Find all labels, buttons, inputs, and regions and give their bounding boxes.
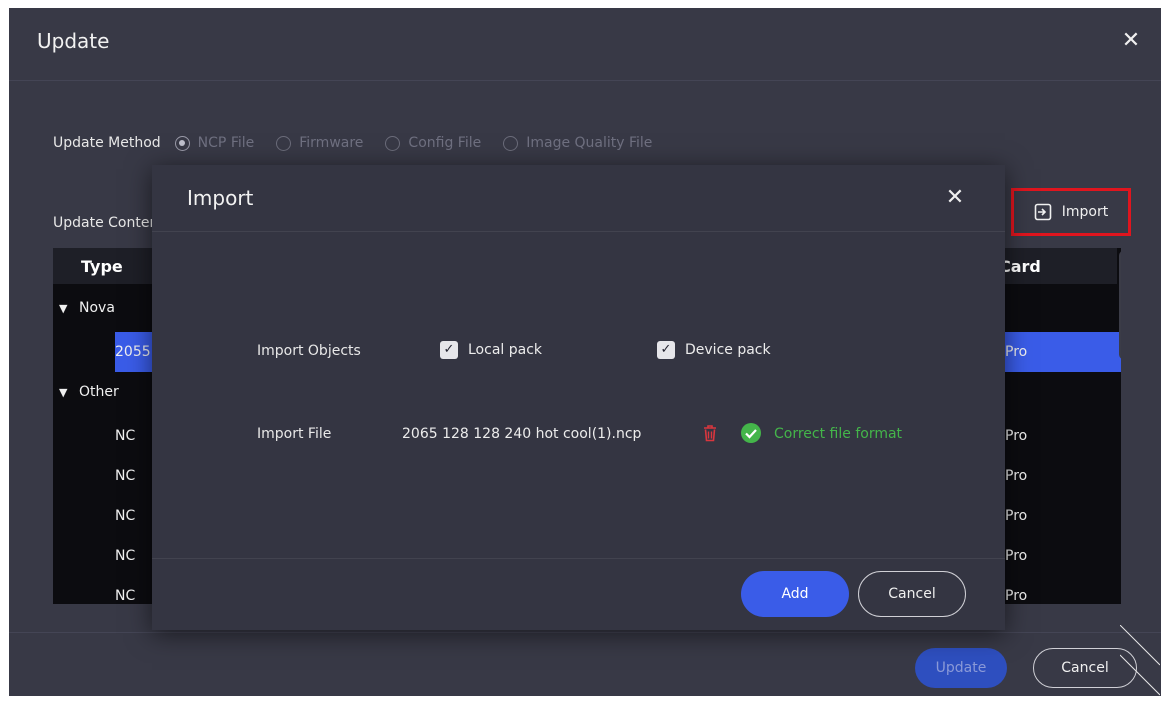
table-row-card[interactable]: Pro	[1001, 536, 1121, 576]
add-button[interactable]: Add	[741, 571, 849, 617]
radio-label: Firmware	[299, 135, 364, 151]
dialog-cancel-button[interactable]: Cancel	[858, 571, 966, 617]
radio-ncp-file[interactable]: NCP File	[174, 135, 255, 151]
table-row[interactable]: 2055	[115, 332, 155, 372]
dialog-close-button[interactable]: ✕	[942, 185, 968, 211]
table-row[interactable]: NC	[115, 416, 155, 456]
import-file-label: Import File	[257, 426, 332, 442]
footer-divider	[9, 632, 1161, 633]
dialog-title: Import	[187, 186, 254, 210]
import-dialog: Import ✕ Import Objects ✓ Local pack ✓ D…	[152, 165, 1005, 630]
radio-label: NCP File	[197, 135, 255, 151]
dialog-footer-divider	[152, 558, 1005, 559]
trash-icon[interactable]	[702, 424, 718, 442]
group-row-nova[interactable]: ▼ Nova	[59, 300, 115, 316]
file-status-text: Correct file format	[774, 426, 903, 442]
group-row-other[interactable]: ▼ Other	[59, 384, 119, 400]
window-title: Update	[37, 29, 110, 53]
close-icon: ✕	[1121, 28, 1141, 53]
update-method-row: Update Method NCP File Firmware Config F…	[53, 132, 674, 154]
import-button-label: Import	[1061, 204, 1109, 220]
update-button[interactable]: Update	[915, 648, 1007, 688]
table-row[interactable]: NC	[115, 496, 155, 536]
table-row[interactable]: NC	[115, 456, 155, 496]
import-file-name: 2065 128 128 240 hot cool(1).ncp	[402, 426, 642, 442]
table-row[interactable]: NC	[115, 576, 155, 604]
column-header-card: Card	[999, 257, 1041, 276]
local-pack-checkbox[interactable]: ✓ Local pack	[440, 341, 542, 359]
radio-firmware[interactable]: Firmware	[276, 135, 363, 151]
close-icon: ✕	[945, 185, 965, 210]
checkbox-checked-icon: ✓	[440, 341, 458, 359]
update-method-label: Update Method	[53, 135, 161, 151]
import-button[interactable]: Import	[1011, 188, 1131, 236]
group-name: Nova	[79, 300, 115, 316]
dialog-title-divider	[152, 231, 1005, 232]
chevron-down-icon: ▼	[59, 301, 68, 315]
radio-dot	[503, 135, 519, 151]
radio-dot	[385, 135, 401, 151]
check-circle-icon	[741, 423, 761, 443]
table-scrollbar[interactable]	[1119, 250, 1121, 360]
device-pack-checkbox[interactable]: ✓ Device pack	[657, 341, 771, 359]
table-row[interactable]: NC	[115, 536, 155, 576]
checkbox-label: Device pack	[685, 342, 771, 358]
radio-dot	[276, 135, 292, 151]
table-row-card[interactable]: Pro	[1001, 456, 1121, 496]
table-row-card[interactable]: Pro	[1001, 332, 1121, 372]
chevron-down-icon: ▼	[59, 385, 68, 399]
radio-image-quality-file[interactable]: Image Quality File	[503, 135, 652, 151]
title-divider	[9, 80, 1161, 81]
import-objects-label: Import Objects	[257, 343, 361, 359]
radio-label: Image Quality File	[526, 135, 653, 151]
table-row-card[interactable]: Pro	[1001, 416, 1121, 456]
radio-config-file[interactable]: Config File	[385, 135, 481, 151]
radio-dot	[174, 135, 190, 151]
window-close-button[interactable]: ✕	[1118, 28, 1144, 54]
import-icon	[1034, 203, 1052, 221]
cancel-button[interactable]: Cancel	[1033, 648, 1137, 688]
table-row-card[interactable]: Pro	[1001, 496, 1121, 536]
radio-label: Config File	[408, 135, 482, 151]
update-content-label: Update Content	[53, 215, 153, 231]
group-name: Other	[79, 384, 119, 400]
table-row-card[interactable]: Pro	[1001, 576, 1121, 604]
checkbox-checked-icon: ✓	[657, 341, 675, 359]
checkbox-label: Local pack	[468, 342, 543, 358]
column-header-type: Type	[81, 257, 123, 276]
